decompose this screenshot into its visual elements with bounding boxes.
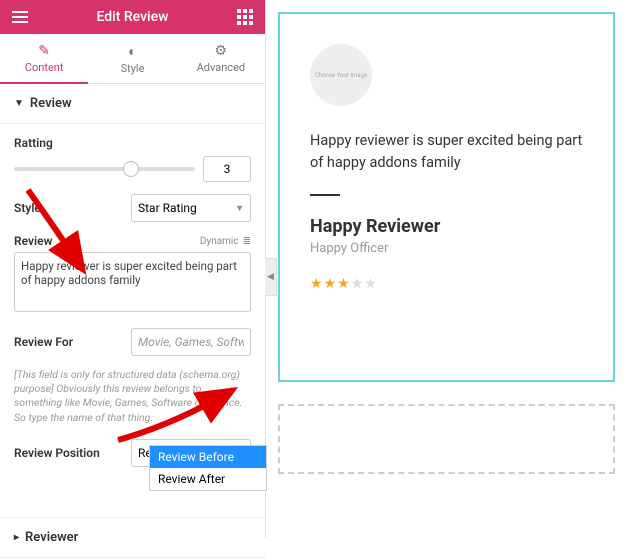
dropdown-option[interactable]: Review Before — [150, 446, 266, 468]
star-icon: ★ — [351, 276, 365, 292]
review-position-label: Review Position — [14, 446, 100, 460]
style-select[interactable]: Star Rating ▼ — [131, 194, 251, 222]
dynamic-toggle[interactable]: Dynamic ≣ — [200, 236, 251, 247]
star-icon: ★ — [324, 276, 338, 292]
review-for-input[interactable] — [131, 328, 251, 356]
pencil-icon: ✎ — [38, 43, 50, 59]
tab-content[interactable]: ✎ Content — [0, 34, 88, 84]
section-review-header[interactable]: ▼ Review — [0, 84, 265, 124]
help-text: [This field is only for structured data … — [14, 368, 251, 425]
panel-title: Edit Review — [40, 9, 225, 25]
star-icon: ★ — [310, 276, 324, 292]
section-review-body: Ratting Style Star Rating ▼ Review Dynam… — [0, 124, 265, 491]
tab-style[interactable]: ◐ Style — [88, 34, 176, 83]
preview-area: ◀ Choose Your Image Happy reviewer is su… — [266, 0, 627, 538]
tab-advanced[interactable]: ⚙ Advanced — [177, 34, 265, 83]
contrast-icon: ◐ — [128, 43, 136, 60]
menu-button[interactable] — [0, 0, 40, 34]
star-icon: ★ — [337, 276, 351, 292]
tab-label: Advanced — [197, 61, 245, 74]
tab-bar: ✎ Content ◐ Style ⚙ Advanced — [0, 34, 265, 84]
divider — [310, 194, 340, 196]
review-position-dropdown: Review Before Review After — [149, 445, 267, 491]
chevron-down-icon: ▼ — [235, 203, 244, 214]
empty-widget-placeholder[interactable] — [278, 404, 615, 474]
panel-header: Edit Review — [0, 0, 265, 34]
collapse-panel-button[interactable]: ◀ — [265, 258, 277, 296]
chevron-right-icon: ▸ — [14, 532, 19, 543]
section-reviewer-header[interactable]: ▸ Reviewer — [0, 517, 265, 558]
reviewer-role: Happy Officer — [310, 241, 583, 256]
slider-thumb[interactable] — [123, 161, 139, 177]
grid-icon — [237, 9, 253, 25]
hamburger-icon — [12, 11, 28, 23]
review-textarea[interactable] — [14, 252, 251, 312]
star-icon: ★ — [364, 276, 378, 292]
avatar-placeholder-text: Choose Your Image — [315, 72, 367, 79]
widgets-button[interactable] — [225, 0, 265, 34]
chevron-down-icon: ▼ — [14, 98, 24, 109]
review-for-label: Review For — [14, 335, 73, 349]
review-label: Review — [14, 234, 52, 248]
gear-icon: ⚙ — [215, 43, 228, 59]
review-card-preview[interactable]: Choose Your Image Happy reviewer is supe… — [278, 12, 615, 382]
tab-label: Content — [25, 61, 64, 74]
avatar-placeholder[interactable]: Choose Your Image — [310, 44, 372, 106]
sidebar-panel: Edit Review ✎ Content ◐ Style ⚙ Advanced… — [0, 0, 266, 538]
section-title: Reviewer — [25, 530, 78, 545]
dropdown-option[interactable]: Review After — [150, 468, 266, 490]
star-rating: ★★★★★ — [310, 276, 583, 292]
style-label: Style — [14, 201, 41, 215]
reviewer-name: Happy Reviewer — [310, 216, 583, 237]
select-value: Star Rating — [138, 201, 197, 215]
section-title: Review — [30, 96, 72, 111]
rating-slider[interactable] — [14, 167, 195, 171]
rating-label: Ratting — [14, 136, 251, 150]
dynamic-label-text: Dynamic — [200, 236, 239, 247]
database-icon: ≣ — [243, 236, 251, 247]
review-text-preview: Happy reviewer is super excited being pa… — [310, 130, 583, 174]
tab-label: Style — [121, 62, 145, 75]
rating-input[interactable] — [203, 156, 251, 182]
